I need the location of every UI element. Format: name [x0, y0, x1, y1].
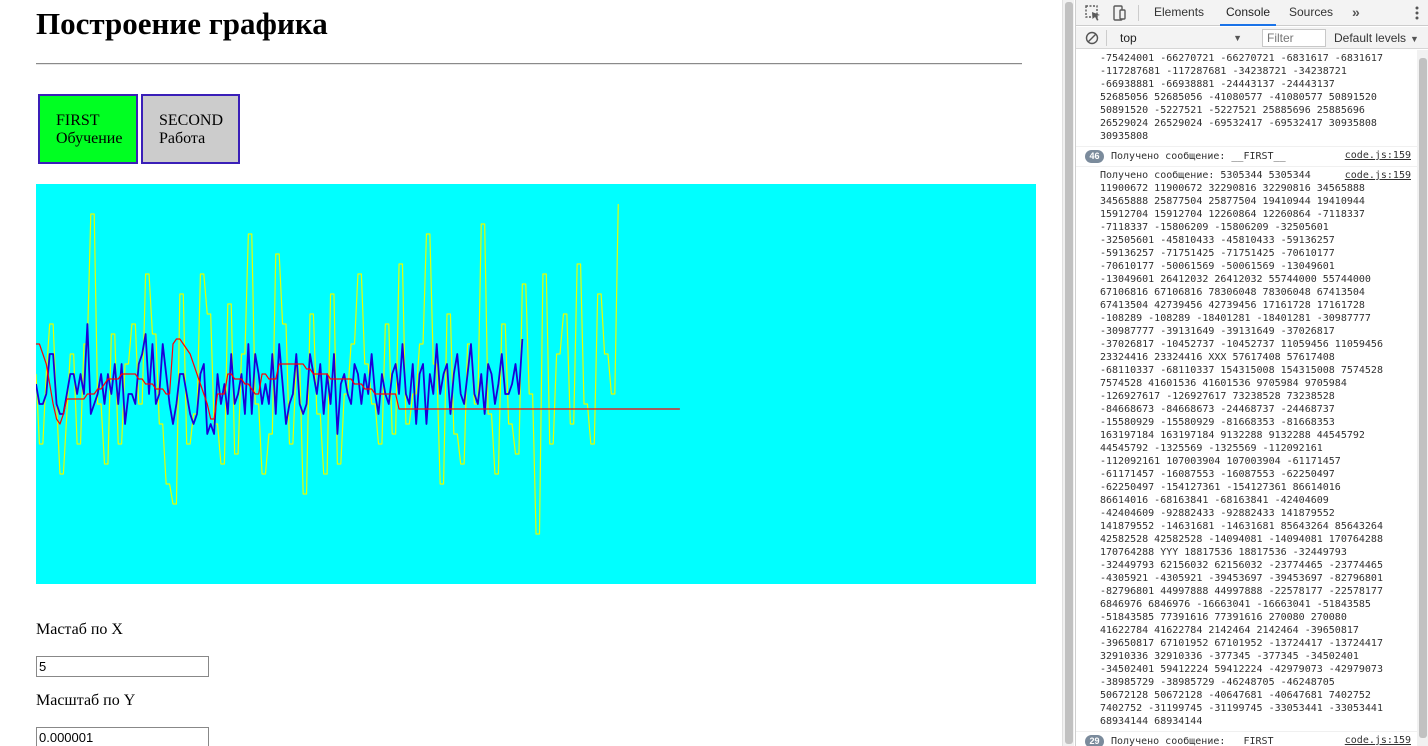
tab-console[interactable]: Console [1220, 0, 1277, 26]
console-message-text: -75424001 -66270721 -66270721 -6831617 -… [1100, 53, 1383, 142]
title-divider [36, 63, 1022, 65]
scale-x-input[interactable] [36, 656, 209, 677]
graph-canvas [36, 184, 1036, 584]
inspect-element-icon[interactable] [1084, 4, 1102, 22]
console-filter-input[interactable] [1262, 29, 1326, 47]
toolbar-separator [1106, 30, 1107, 46]
page-title: Построение графика [36, 6, 328, 41]
tab-elements[interactable]: Elements [1148, 0, 1210, 26]
log-levels-selector[interactable]: Default levels ▼ [1334, 30, 1428, 46]
log-levels-dropdown-icon: ▼ [1410, 34, 1419, 44]
page-content: Построение графика FIRST Обучение SECOND… [0, 0, 1062, 746]
tab-sources[interactable]: Sources [1283, 0, 1339, 26]
console-message-text: Получено сообщение: 5305344 5305344 1190… [1100, 170, 1383, 727]
console-toolbar: top ▼ Default levels▼ [1076, 27, 1428, 49]
first-button-sublabel: Обучение [56, 130, 123, 147]
first-training-button[interactable]: FIRST Обучение [38, 94, 138, 164]
context-dropdown-icon: ▼ [1233, 33, 1242, 43]
log-levels-value: Default levels [1334, 31, 1407, 45]
console-messages: -75424001 -66270721 -66270721 -6831617 -… [1076, 50, 1417, 746]
source-link[interactable]: code.js:159 [1345, 150, 1411, 161]
context-selector[interactable]: top ▼ [1114, 30, 1246, 46]
scale-x-label: Мастаб по X [36, 621, 123, 638]
console-message: -75424001 -66270721 -66270721 -6831617 -… [1076, 50, 1417, 147]
context-value: top [1120, 31, 1137, 45]
console-scrollbar-thumb[interactable] [1419, 58, 1427, 738]
console-message-text: Получено сообщение: __FIRST__ [1111, 736, 1286, 746]
more-tabs-button[interactable]: » [1346, 0, 1366, 26]
repeat-count-badge: 29 [1085, 735, 1104, 746]
source-link[interactable]: code.js:159 [1345, 735, 1411, 746]
graph-series-0 [36, 203, 619, 535]
devtools-tabbar: Elements Console Sources » [1076, 0, 1428, 26]
device-toolbar-icon[interactable] [1110, 4, 1128, 22]
kebab-menu-icon[interactable] [1412, 4, 1422, 22]
console-message-repeated: 29 Получено сообщение: __FIRST__ code.js… [1076, 732, 1417, 746]
console-message-repeated: 46 Получено сообщение: __FIRST__ code.js… [1076, 147, 1417, 167]
second-work-button[interactable]: SECOND Работа [141, 94, 240, 164]
graph-svg [36, 203, 680, 535]
tabbar-separator [1138, 5, 1139, 21]
clear-console-icon[interactable] [1085, 31, 1099, 45]
scale-y-label: Масштаб по Y [36, 692, 136, 709]
scale-y-input[interactable] [36, 727, 209, 746]
page-scrollbar[interactable] [1062, 0, 1074, 746]
repeat-count-badge: 46 [1085, 150, 1104, 163]
page-scrollbar-thumb[interactable] [1065, 2, 1073, 744]
console-message-text: Получено сообщение: __FIRST__ [1111, 151, 1286, 162]
console-scrollbar[interactable] [1417, 50, 1428, 746]
console-message: code.js:159 Получено сообщение: 5305344 … [1076, 167, 1417, 732]
second-button-sublabel: Работа [159, 130, 206, 147]
first-button-label: FIRST [56, 112, 100, 129]
devtools-panel: Elements Console Sources » top ▼ Default… [1075, 0, 1428, 746]
source-link[interactable]: code.js:159 [1345, 170, 1411, 181]
second-button-label: SECOND [159, 112, 224, 129]
